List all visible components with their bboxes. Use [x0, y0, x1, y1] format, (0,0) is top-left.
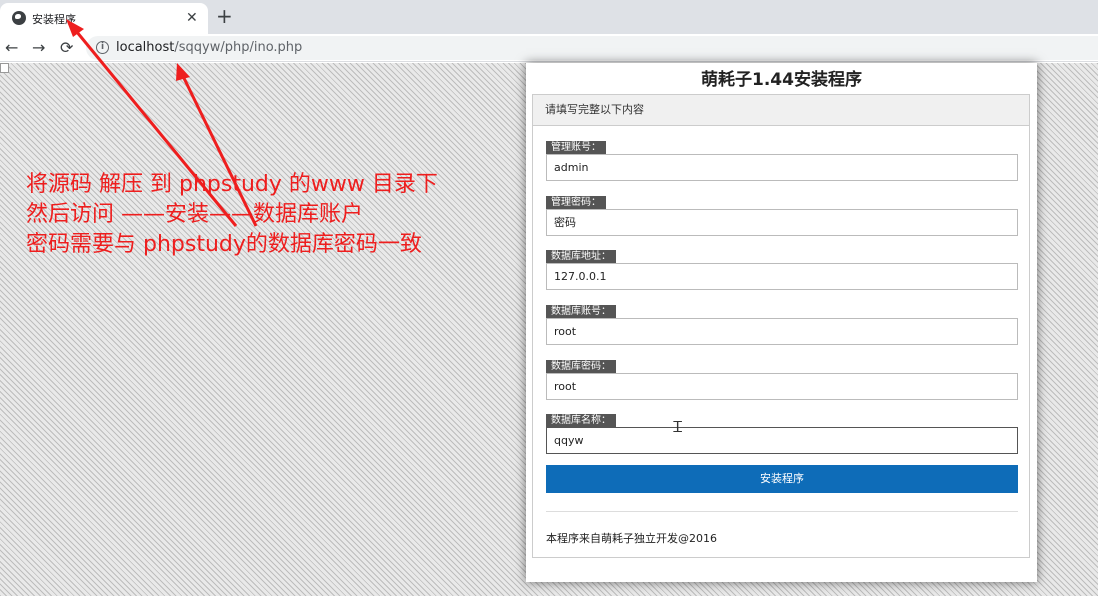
field-label: 数据库密码： — [546, 360, 616, 373]
field-label: 数据库账号： — [546, 305, 616, 318]
tab-title: 安装程序 — [32, 13, 76, 26]
text-cursor-icon: Ꮖ — [673, 418, 683, 436]
admin-account-field: 管理账号： admin — [546, 135, 1018, 181]
db-user-field: 数据库账号： root — [546, 299, 1018, 345]
panel-header: 请填写完整以下内容 — [533, 95, 1029, 126]
field-label: 管理密码： — [546, 196, 606, 209]
annotation-line-2: 然后访问 ——安装——数据库账户 — [26, 202, 363, 227]
annotation-line-1: 将源码 解压 到 phpstudy 的www 目录下 — [26, 172, 438, 197]
admin-account-input[interactable]: admin — [546, 154, 1018, 181]
red-annotation: 将源码 解压 到 phpstudy 的www 目录下 然后访问 ——安装——数据… — [26, 170, 438, 260]
install-card: 萌耗子1.44安装程序 请填写完整以下内容 管理账号： admin 管理密码： … — [526, 63, 1037, 582]
db-name-input[interactable]: qqyw — [546, 427, 1018, 454]
new-tab-button[interactable]: + — [216, 5, 233, 27]
url-path: /sqqyw/php/ino.php — [174, 40, 303, 55]
divider — [546, 511, 1018, 512]
close-tab-icon[interactable]: ✕ — [186, 9, 198, 27]
footer-text: 本程序来自萌耗子独立开发@2016 — [546, 532, 717, 545]
broken-image-icon — [0, 63, 9, 73]
admin-password-field: 管理密码： 密码 — [546, 190, 1018, 236]
install-title: 萌耗子1.44安装程序 — [701, 70, 862, 90]
db-name-field: 数据库名称： qqyw Ꮖ — [546, 408, 1018, 454]
field-label: 数据库名称： — [546, 414, 616, 427]
annotation-line-3: 密码需要与 phpstudy的数据库密码一致 — [26, 232, 422, 257]
address-bar[interactable]: i localhost/sqqyw/php/ino.php — [86, 36, 1098, 60]
db-user-input[interactable]: root — [546, 318, 1018, 345]
install-panel: 请填写完整以下内容 管理账号： admin 管理密码： 密码 数据库地址： 12… — [532, 94, 1030, 558]
browser-toolbar: ← → ⟳ i localhost/sqqyw/php/ino.php — [0, 34, 1098, 62]
db-password-field: 数据库密码： root — [546, 354, 1018, 400]
tab-strip: 安装程序 ✕ + — [0, 0, 1098, 34]
db-host-input[interactable]: 127.0.0.1 — [546, 263, 1018, 290]
back-icon[interactable]: ← — [5, 38, 18, 58]
install-button[interactable]: 安装程序 — [546, 465, 1018, 493]
reload-icon[interactable]: ⟳ — [60, 38, 73, 58]
url-text[interactable]: localhost/sqqyw/php/ino.php — [116, 40, 302, 55]
info-icon[interactable]: i — [96, 41, 109, 54]
db-host-field: 数据库地址： 127.0.0.1 — [546, 244, 1018, 290]
url-host: localhost — [116, 40, 175, 55]
field-label: 数据库地址： — [546, 250, 616, 263]
forward-icon[interactable]: → — [32, 38, 45, 58]
db-password-input[interactable]: root — [546, 373, 1018, 400]
field-label: 管理账号： — [546, 141, 606, 154]
admin-password-input[interactable]: 密码 — [546, 209, 1018, 236]
globe-icon — [12, 11, 26, 25]
browser-tab[interactable]: 安装程序 ✕ — [0, 3, 208, 34]
